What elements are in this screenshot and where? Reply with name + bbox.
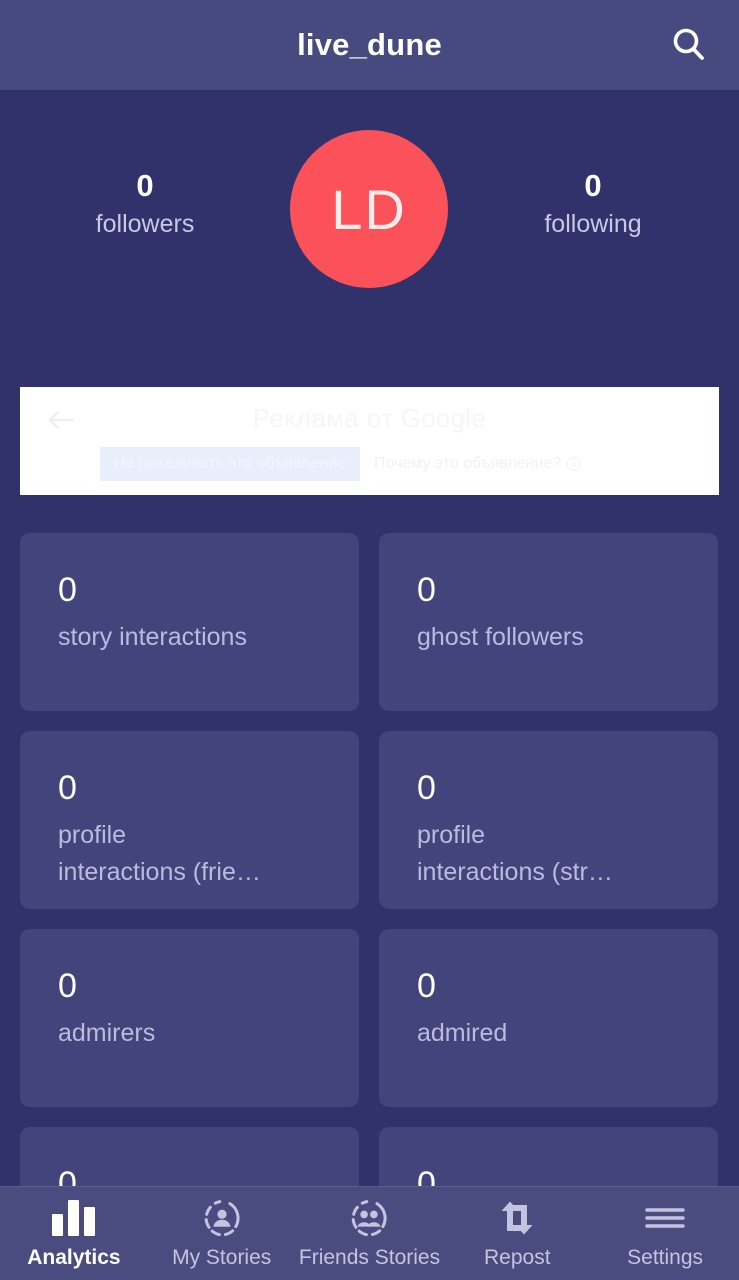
- nav-item-analytics[interactable]: Analytics: [0, 1197, 148, 1271]
- card-value: 0: [58, 967, 77, 1005]
- bar-chart-icon: [52, 1197, 96, 1239]
- avatar-initials: LD: [331, 177, 407, 241]
- card-value: 0: [58, 769, 77, 807]
- person-circle-icon: [201, 1197, 243, 1239]
- hamburger-menu-icon: [643, 1197, 687, 1239]
- card-value: 0: [58, 571, 77, 609]
- avatar[interactable]: LD: [290, 130, 448, 288]
- nav-label: Repost: [484, 1246, 551, 1269]
- following-label: following: [544, 210, 642, 238]
- people-circle-icon: [348, 1197, 390, 1239]
- card-label: profile interactions (frie…: [58, 821, 261, 886]
- google-ad-banner[interactable]: Реклама от Google Не показывать это объя…: [20, 387, 719, 495]
- stat-card-ghost-followers[interactable]: 0 ghost followers: [379, 533, 718, 711]
- stat-card-story-interactions[interactable]: 0 story interactions: [20, 533, 359, 711]
- stats-card-grid: 0 story interactions 0 ghost followers 0…: [20, 533, 719, 1280]
- following-stat[interactable]: 0 following: [478, 167, 708, 241]
- nav-item-my-stories[interactable]: My Stories: [148, 1197, 296, 1271]
- stat-card-admired[interactable]: 0 admired: [379, 929, 718, 1107]
- followers-stat[interactable]: 0 followers: [30, 167, 260, 241]
- ad-actions: Не показывать это объявление Почему это …: [100, 447, 596, 481]
- followers-count: 0: [136, 168, 154, 203]
- search-icon: [669, 25, 709, 65]
- search-button[interactable]: [661, 17, 717, 73]
- info-icon: i: [567, 457, 582, 471]
- card-label: admired: [417, 1019, 508, 1047]
- card-label: story interactions: [58, 623, 247, 651]
- ad-hide-button[interactable]: Не показывать это объявление: [100, 447, 360, 481]
- stat-card-profile-interactions-friends[interactable]: 0 profile interactions (frie…: [20, 731, 359, 909]
- card-label: profile interactions (str…: [417, 821, 613, 886]
- followers-label: followers: [95, 210, 195, 238]
- app-header: live_dune: [0, 0, 739, 92]
- card-label: admirers: [58, 1019, 156, 1047]
- stat-card-admirers[interactable]: 0 admirers: [20, 929, 359, 1107]
- ad-title: Реклама от Google: [252, 403, 487, 433]
- card-value: 0: [417, 967, 436, 1005]
- ad-why-button[interactable]: Почему это объявление? i: [359, 447, 596, 481]
- ad-why-label: Почему это объявление?: [373, 455, 562, 472]
- repost-arrows-icon: [496, 1197, 538, 1239]
- nav-label: Settings: [627, 1246, 704, 1269]
- page-title: live_dune: [297, 27, 442, 62]
- nav-label: My Stories: [172, 1246, 272, 1269]
- card-value: 0: [417, 571, 436, 609]
- card-label: ghost followers: [417, 623, 584, 651]
- following-count: 0: [584, 168, 602, 203]
- app-root: live_dune 0 followers LD 0 following Рек…: [0, 0, 739, 1280]
- nav-label: Analytics: [27, 1246, 121, 1269]
- bottom-navigation-bar: Analytics My Stories Friends Stories Rep…: [0, 1186, 739, 1280]
- nav-item-repost[interactable]: Repost: [443, 1197, 591, 1271]
- nav-label: Friends Stories: [298, 1246, 441, 1269]
- card-value: 0: [417, 769, 436, 807]
- stat-card-profile-interactions-strangers[interactable]: 0 profile interactions (str…: [379, 731, 718, 909]
- profile-section: 0 followers LD 0 following: [0, 92, 739, 380]
- nav-item-friends-stories[interactable]: Friends Stories: [296, 1197, 444, 1271]
- nav-item-settings[interactable]: Settings: [591, 1197, 739, 1271]
